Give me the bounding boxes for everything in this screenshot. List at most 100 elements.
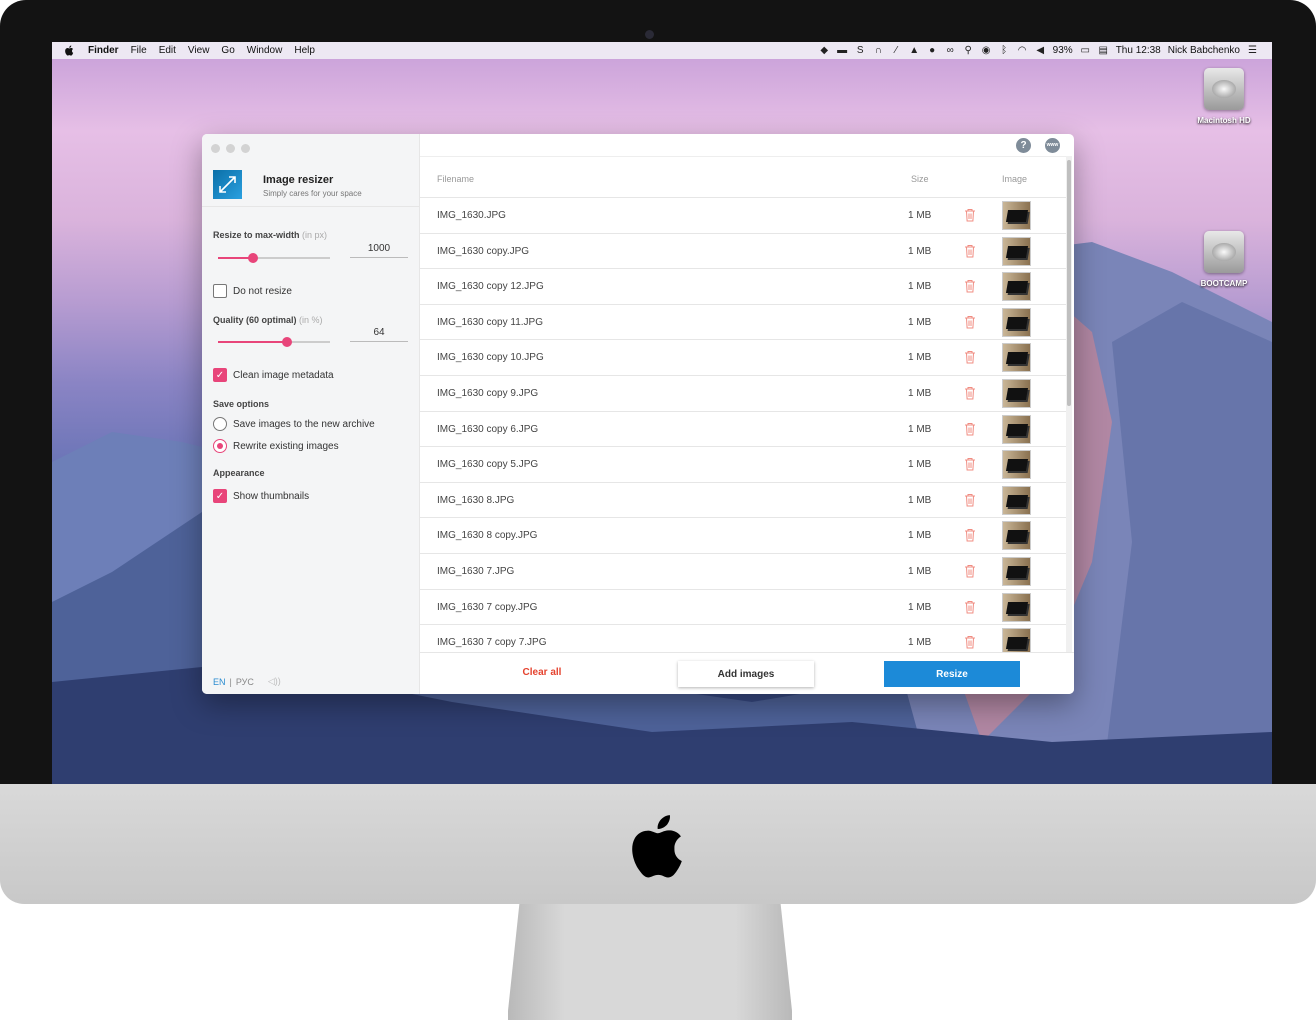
www-icon[interactable]: www bbox=[1045, 138, 1060, 153]
trash-icon[interactable] bbox=[964, 635, 976, 649]
trash-icon[interactable] bbox=[964, 493, 976, 507]
save-new-archive-label: Save images to the new archive bbox=[233, 418, 375, 430]
scrollbar-thumb[interactable] bbox=[1067, 160, 1071, 406]
quality-value-field[interactable]: 64 bbox=[350, 327, 408, 342]
table-row[interactable]: IMG_1630 7 copy 7.JPG 1 MB bbox=[420, 625, 1066, 652]
bluetooth-icon[interactable]: ᛒ bbox=[999, 45, 1010, 56]
header-filename[interactable]: Filename bbox=[437, 174, 474, 184]
notification-center-icon[interactable]: ☰ bbox=[1247, 45, 1258, 56]
close-button[interactable] bbox=[211, 144, 220, 153]
row-thumbnail bbox=[1002, 592, 1031, 622]
table-row[interactable]: IMG_1630 copy 11.JPG 1 MB bbox=[420, 305, 1066, 341]
resize-slider[interactable] bbox=[218, 253, 330, 263]
trash-icon[interactable] bbox=[964, 564, 976, 578]
table-row[interactable]: IMG_1630 copy 9.JPG 1 MB bbox=[420, 376, 1066, 412]
menu-finder[interactable]: Finder bbox=[88, 45, 119, 56]
menu-help[interactable]: Help bbox=[294, 45, 315, 56]
flag-icon[interactable]: ▲ bbox=[909, 45, 920, 56]
clear-all-button[interactable]: Clear all bbox=[492, 667, 592, 678]
trash-icon[interactable] bbox=[964, 600, 976, 614]
table-row[interactable]: IMG_1630 copy.JPG 1 MB bbox=[420, 234, 1066, 270]
us-flag-icon[interactable]: ▤ bbox=[1098, 45, 1109, 56]
lang-ru[interactable]: РУС bbox=[236, 677, 254, 687]
checkbox-box[interactable] bbox=[213, 284, 227, 298]
user-name[interactable]: Nick Babchenko bbox=[1168, 45, 1240, 56]
docker-icon[interactable]: ▬ bbox=[837, 45, 848, 56]
help-icon[interactable]: ? bbox=[1016, 138, 1031, 153]
trash-icon[interactable] bbox=[964, 386, 976, 400]
app-logo bbox=[213, 170, 242, 199]
trash-icon[interactable] bbox=[964, 422, 976, 436]
apple-menu-icon[interactable] bbox=[64, 45, 74, 56]
trash-icon[interactable] bbox=[964, 315, 976, 329]
lang-en[interactable]: EN bbox=[213, 677, 226, 687]
drive-bootcamp[interactable]: BOOTCAMP bbox=[1189, 231, 1259, 288]
wifi-icon[interactable]: ◠ bbox=[1017, 45, 1028, 56]
zoom-button[interactable] bbox=[241, 144, 250, 153]
table-row[interactable]: IMG_1630 copy 12.JPG 1 MB bbox=[420, 269, 1066, 305]
drive-label: BOOTCAMP bbox=[1200, 279, 1248, 288]
hat-icon[interactable]: ● bbox=[927, 45, 938, 56]
dropbox-icon[interactable]: ◆ bbox=[819, 45, 830, 56]
clean-metadata-checkbox[interactable]: ✓ Clean image metadata bbox=[213, 368, 334, 382]
save-new-archive-radio[interactable]: Save images to the new archive bbox=[213, 417, 375, 431]
table-row[interactable]: IMG_1630 copy 10.JPG 1 MB bbox=[420, 340, 1066, 376]
menu-go[interactable]: Go bbox=[221, 45, 234, 56]
checkbox-box[interactable]: ✓ bbox=[213, 489, 227, 503]
resize-button[interactable]: Resize bbox=[884, 661, 1020, 687]
radio-circle[interactable] bbox=[213, 417, 227, 431]
table-row[interactable]: IMG_1630 8.JPG 1 MB bbox=[420, 483, 1066, 519]
table-row[interactable]: IMG_1630 copy 6.JPG 1 MB bbox=[420, 412, 1066, 448]
row-thumbnail bbox=[1002, 236, 1031, 266]
trash-icon[interactable] bbox=[964, 457, 976, 471]
siri-icon[interactable]: ◉ bbox=[981, 45, 992, 56]
do-not-resize-label: Do not resize bbox=[233, 285, 292, 297]
trash-icon[interactable] bbox=[964, 528, 976, 542]
row-size: 1 MB bbox=[908, 565, 932, 577]
search-icon[interactable]: ⚲ bbox=[963, 45, 974, 56]
header-size[interactable]: Size bbox=[911, 174, 929, 184]
sound-icon[interactable]: ◁)) bbox=[268, 676, 281, 687]
resize-value-field[interactable]: 1000 bbox=[350, 243, 408, 258]
trash-icon[interactable] bbox=[964, 244, 976, 258]
glasses-icon[interactable]: ∞ bbox=[945, 45, 956, 56]
clock[interactable]: Thu 12:38 bbox=[1116, 45, 1161, 56]
top-icons: ? www bbox=[1016, 138, 1060, 153]
resize-slider-knob[interactable] bbox=[247, 253, 258, 263]
do-not-resize-checkbox[interactable]: Do not resize bbox=[213, 284, 292, 298]
volume-icon[interactable]: ◀ bbox=[1035, 45, 1046, 56]
radio-circle[interactable] bbox=[213, 439, 227, 453]
table-row[interactable]: IMG_1630 7 copy.JPG 1 MB bbox=[420, 590, 1066, 626]
row-thumbnail bbox=[1002, 556, 1031, 586]
menu-view[interactable]: View bbox=[188, 45, 210, 56]
scrollbar[interactable] bbox=[1066, 156, 1072, 652]
checkbox-box[interactable]: ✓ bbox=[213, 368, 227, 382]
apple-logo-icon bbox=[632, 815, 682, 878]
feather-icon[interactable]: ⁄ bbox=[891, 45, 902, 56]
resize-label: Resize to max-width (in px) bbox=[213, 230, 327, 240]
trash-icon[interactable] bbox=[964, 350, 976, 364]
show-thumbnails-checkbox[interactable]: ✓ Show thumbnails bbox=[213, 489, 309, 503]
add-images-button[interactable]: Add images bbox=[678, 661, 814, 687]
row-thumbnail bbox=[1002, 485, 1031, 515]
trash-icon[interactable] bbox=[964, 279, 976, 293]
menu-edit[interactable]: Edit bbox=[159, 45, 176, 56]
table-row[interactable]: IMG_1630 7.JPG 1 MB bbox=[420, 554, 1066, 590]
menu-window[interactable]: Window bbox=[247, 45, 283, 56]
quality-slider-knob[interactable] bbox=[282, 337, 293, 347]
skype-icon[interactable]: S bbox=[855, 45, 866, 56]
trash-icon[interactable] bbox=[964, 208, 976, 222]
row-filename: IMG_1630 copy.JPG bbox=[437, 245, 530, 257]
save-options-heading: Save options bbox=[213, 399, 270, 409]
minimize-button[interactable] bbox=[226, 144, 235, 153]
table-row[interactable]: IMG_1630 copy 5.JPG 1 MB bbox=[420, 447, 1066, 483]
table-row[interactable]: IMG_1630 8 copy.JPG 1 MB bbox=[420, 518, 1066, 554]
battery-icon[interactable]: ▭ bbox=[1080, 45, 1091, 56]
rewrite-existing-radio[interactable]: Rewrite existing images bbox=[213, 439, 339, 453]
drive-macintosh-hd[interactable]: Macintosh HD bbox=[1189, 68, 1259, 125]
app-icon[interactable]: ∩ bbox=[873, 45, 884, 56]
row-size: 1 MB bbox=[908, 459, 932, 471]
menu-file[interactable]: File bbox=[131, 45, 147, 56]
quality-slider[interactable] bbox=[218, 337, 330, 347]
table-row[interactable]: IMG_1630.JPG 1 MB bbox=[420, 198, 1066, 234]
